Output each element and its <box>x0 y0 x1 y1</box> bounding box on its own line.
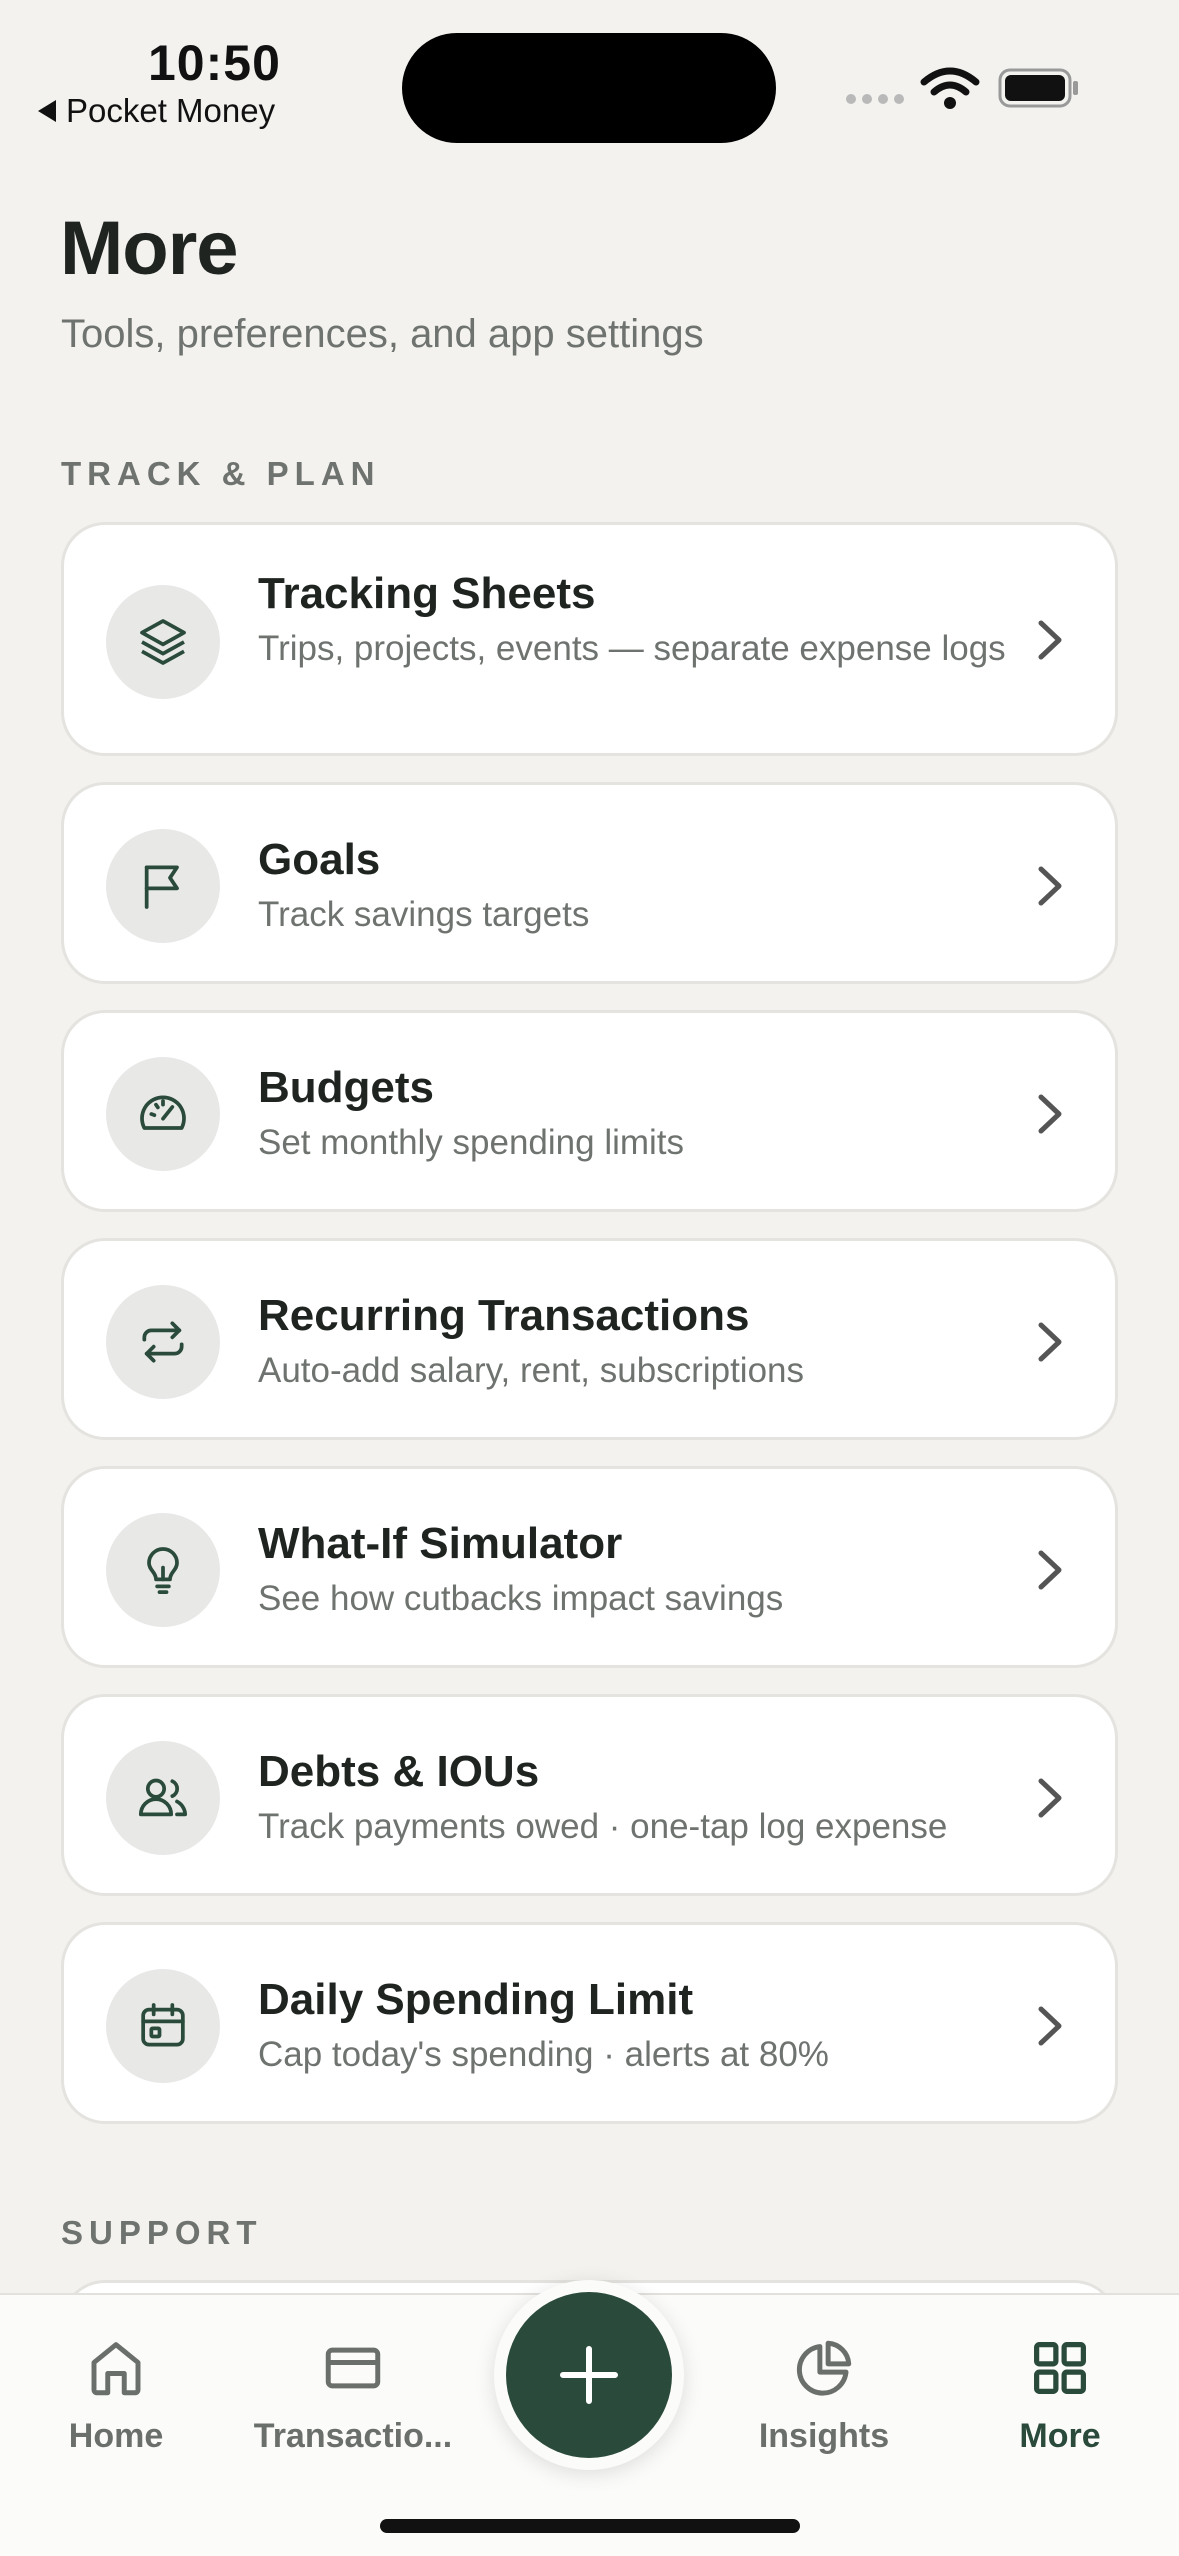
item-description: See how cutbacks impact savings <box>258 1579 784 1618</box>
item-description: Cap today's spending · alerts at 80% <box>258 2035 829 2074</box>
grid-icon <box>1034 2342 1086 2394</box>
status-bar: 10:50 Pocket Money <box>0 0 1179 150</box>
item-description: Trips, projects, events — separate expen… <box>258 629 1006 668</box>
flag-icon <box>106 829 220 943</box>
chevron-right-icon <box>1038 1778 1062 1818</box>
menu-item-tracking-sheets[interactable]: Tracking Sheets Trips, projects, events … <box>61 522 1118 756</box>
tab-insights[interactable]: Insights <box>714 2335 934 2456</box>
battery-icon <box>998 68 1078 108</box>
chevron-right-icon <box>1038 620 1062 660</box>
section-label-track-plan: TRACK & PLAN <box>61 455 381 492</box>
page-title: More <box>60 206 239 291</box>
layers-icon <box>106 585 220 699</box>
tab-home-label: Home <box>68 2417 164 2455</box>
add-transaction-button[interactable] <box>506 2292 672 2458</box>
back-app-label: Pocket Money <box>66 92 276 129</box>
gauge-icon <box>106 1057 220 1171</box>
item-title: Daily Spending Limit <box>258 1975 694 2024</box>
credit-card-icon <box>325 2347 381 2389</box>
tab-insights-label: Insights <box>758 2417 890 2455</box>
item-description: Auto-add salary, rent, subscriptions <box>258 1351 805 1390</box>
page-subtitle: Tools, preferences, and app settings <box>61 312 704 356</box>
chevron-right-icon <box>1038 1094 1062 1134</box>
plus-icon <box>560 2346 618 2404</box>
tab-transactions-label: Transactio... <box>253 2417 453 2455</box>
chevron-right-icon <box>1038 1550 1062 1590</box>
item-description: Set monthly spending limits <box>258 1123 685 1162</box>
menu-item-goals[interactable]: Goals Track savings targets <box>61 782 1118 984</box>
status-time: 10:50 <box>148 35 281 91</box>
chevron-right-icon <box>1038 2006 1062 2046</box>
home-icon <box>91 2342 141 2396</box>
menu-item-recurring-transactions[interactable]: Recurring Transactions Auto-add salary, … <box>61 1238 1118 1440</box>
menu-item-debts-ious[interactable]: Debts & IOUs Track payments owed · one-t… <box>61 1694 1118 1896</box>
tab-home[interactable]: Home <box>6 2335 226 2456</box>
back-to-app-link[interactable]: Pocket Money <box>38 92 275 130</box>
chevron-right-icon <box>1038 866 1062 906</box>
users-icon <box>106 1741 220 1855</box>
item-title: Recurring Transactions <box>258 1291 750 1340</box>
wifi-icon <box>920 67 980 109</box>
tab-more-label: More <box>1019 2417 1101 2455</box>
pie-chart-icon <box>796 2340 852 2396</box>
cellular-signal-icon <box>846 94 904 104</box>
calendar-icon <box>106 1969 220 2083</box>
lightbulb-icon <box>106 1513 220 1627</box>
menu-item-budgets[interactable]: Budgets Set monthly spending limits <box>61 1010 1118 1212</box>
repeat-icon <box>106 1285 220 1399</box>
section-label-support: SUPPORT <box>61 2214 263 2251</box>
tab-more[interactable]: More <box>950 2335 1170 2456</box>
item-title: Tracking Sheets <box>258 569 596 618</box>
back-triangle-icon <box>38 100 56 122</box>
item-title: Debts & IOUs <box>258 1747 540 1796</box>
item-title: Goals <box>258 835 381 884</box>
item-description: Track savings targets <box>258 895 590 934</box>
item-title: Budgets <box>258 1063 434 1112</box>
chevron-right-icon <box>1038 1322 1062 1362</box>
dynamic-island <box>402 33 776 143</box>
tab-transactions[interactable]: Transactio... <box>243 2335 463 2456</box>
menu-item-daily-spending-limit[interactable]: Daily Spending Limit Cap today's spendin… <box>61 1922 1118 2124</box>
item-title: What-If Simulator <box>258 1519 623 1568</box>
item-description: Track payments owed · one-tap log expens… <box>258 1807 948 1846</box>
menu-item-what-if-simulator[interactable]: What-If Simulator See how cutbacks impac… <box>61 1466 1118 1668</box>
home-indicator[interactable] <box>380 2519 800 2533</box>
